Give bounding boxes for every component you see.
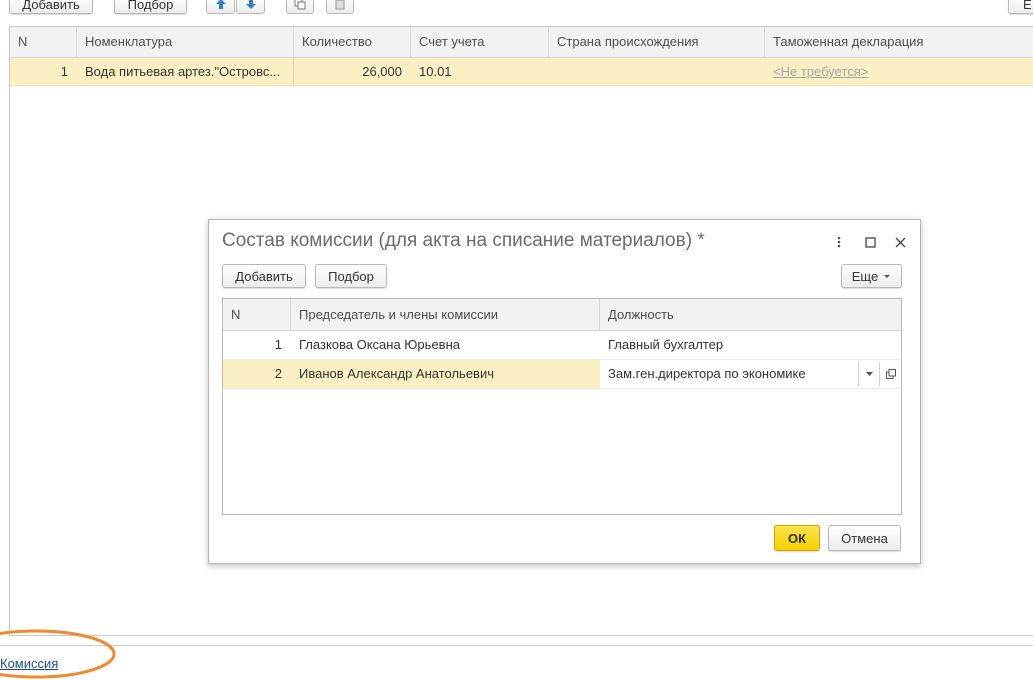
more-button-cut[interactable]: Е [1008, 0, 1033, 14]
row-number: 2 [274, 366, 282, 381]
column-header-quantity[interactable]: Количество [294, 27, 411, 57]
more-actions-icon[interactable] [829, 232, 849, 252]
row-member-name[interactable]: Иванов Александр Анатольевич [291, 360, 600, 388]
column-header-n[interactable]: N [10, 27, 77, 57]
open-icon [885, 369, 896, 379]
row-declaration-link[interactable]: <Не требуется> [765, 58, 1033, 85]
position-open-button[interactable] [879, 362, 901, 386]
commission-link[interactable]: Комиссия [0, 656, 58, 671]
table-row[interactable]: 1 Вода питьевая артез."Островс... 26,000… [10, 58, 1033, 86]
add-button-label: Добавить [22, 0, 80, 12]
row-number: 1 [60, 64, 68, 79]
move-down-button[interactable] [236, 0, 265, 14]
row-account[interactable]: 10.01 [411, 58, 549, 85]
highlight-ellipse [0, 629, 116, 679]
add-button[interactable]: Добавить [9, 0, 93, 14]
row-nomenclature[interactable]: Вода питьевая артез."Островс... [77, 58, 294, 85]
column-header-nomenclature[interactable]: Номенклатура [77, 27, 294, 57]
close-icon[interactable] [890, 232, 910, 252]
dialog-more-label: Еще [851, 268, 879, 284]
column-header-members[interactable]: Председатель и члены комиссии [291, 299, 600, 330]
chevron-down-icon [884, 274, 891, 278]
divider [0, 645, 1033, 646]
ok-button[interactable]: ОК [774, 525, 820, 551]
dialog-add-label: Добавить [235, 268, 293, 284]
commission-dialog: Состав комиссии (для акта на списание ма… [208, 219, 921, 564]
cancel-button-label: Отмена [841, 530, 888, 546]
column-header-declaration[interactable]: Таможенная декларация [765, 27, 1033, 57]
arrow-up-icon [215, 0, 226, 9]
row-quantity[interactable]: 26,000 [294, 58, 411, 85]
chevron-down-icon [865, 372, 873, 376]
pick-button-label: Подбор [127, 0, 174, 12]
column-header-position[interactable]: Должность [600, 299, 901, 330]
table-row-selected[interactable]: 2 Иванов Александр Анатольевич Зам.ген.д… [223, 360, 901, 389]
more-button-label: Е [1023, 0, 1032, 12]
dialog-pick-label: Подбор [328, 268, 374, 284]
arrow-down-icon [245, 0, 256, 9]
row-position[interactable]: Главный бухгалтер [600, 331, 901, 359]
dialog-title: Состав комиссии (для акта на списание ма… [222, 230, 705, 251]
position-input[interactable]: Зам.ген.директора по экономике [600, 360, 858, 388]
column-header-account[interactable]: Счет учета [411, 27, 549, 57]
pick-button[interactable]: Подбор [114, 0, 187, 14]
row-member-name[interactable]: Глазкова Оксана Юрьевна [291, 331, 600, 359]
dialog-more-button[interactable]: Еще [841, 264, 902, 288]
move-up-button[interactable] [206, 0, 235, 14]
row-number: 1 [274, 337, 282, 352]
paste-icon [335, 0, 345, 10]
dialog-add-button[interactable]: Добавить [222, 264, 306, 288]
row-country[interactable] [549, 58, 765, 85]
maximize-icon[interactable] [860, 232, 880, 252]
cancel-button[interactable]: Отмена [828, 525, 901, 551]
paste-button[interactable] [326, 0, 354, 14]
commission-table-header: N Председатель и члены комиссии Должност… [223, 299, 901, 331]
goods-table-header: N Номенклатура Количество Счет учета Стр… [10, 27, 1033, 58]
column-header-country[interactable]: Страна происхождения [549, 27, 765, 57]
column-header-n[interactable]: N [223, 299, 291, 330]
dialog-pick-button[interactable]: Подбор [315, 264, 387, 288]
ok-button-label: ОК [787, 530, 807, 546]
position-dropdown-button[interactable] [858, 362, 879, 386]
copy-button[interactable] [286, 0, 314, 14]
table-row[interactable]: 1 Глазкова Оксана Юрьевна Главный бухгал… [223, 331, 901, 360]
copy-icon [294, 0, 306, 10]
commission-table[interactable]: N Председатель и члены комиссии Должност… [222, 298, 902, 515]
